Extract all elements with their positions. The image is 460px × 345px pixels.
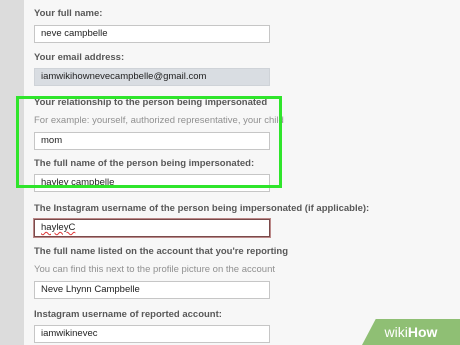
reported-full-name-hint: You can find this next to the profile pi… bbox=[34, 264, 276, 275]
impersonated-username-value: hayleyC bbox=[41, 222, 76, 233]
email-field[interactable]: iamwikihownevecampbelle@gmail.com bbox=[34, 68, 270, 86]
wikihow-watermark: wikiHow bbox=[362, 319, 460, 345]
impersonated-username-field[interactable]: hayleyC bbox=[34, 219, 270, 237]
reported-full-name-field[interactable]: Neve Lhynn Campbelle bbox=[34, 281, 270, 299]
watermark-how: How bbox=[407, 324, 438, 340]
full-name-label: Your full name: bbox=[34, 8, 103, 19]
reported-full-name-label: The full name listed on the account that… bbox=[34, 246, 289, 257]
green-highlight-box bbox=[16, 96, 282, 188]
impersonated-username-label: The Instagram username of the person bei… bbox=[34, 203, 370, 214]
reported-username-label: Instagram username of reported account: bbox=[34, 309, 222, 320]
full-name-field[interactable]: neve campbelle bbox=[34, 25, 270, 43]
email-label: Your email address: bbox=[34, 52, 125, 63]
reported-username-field[interactable]: iamwikinevec bbox=[34, 325, 270, 343]
watermark-wiki: wiki bbox=[384, 324, 408, 340]
